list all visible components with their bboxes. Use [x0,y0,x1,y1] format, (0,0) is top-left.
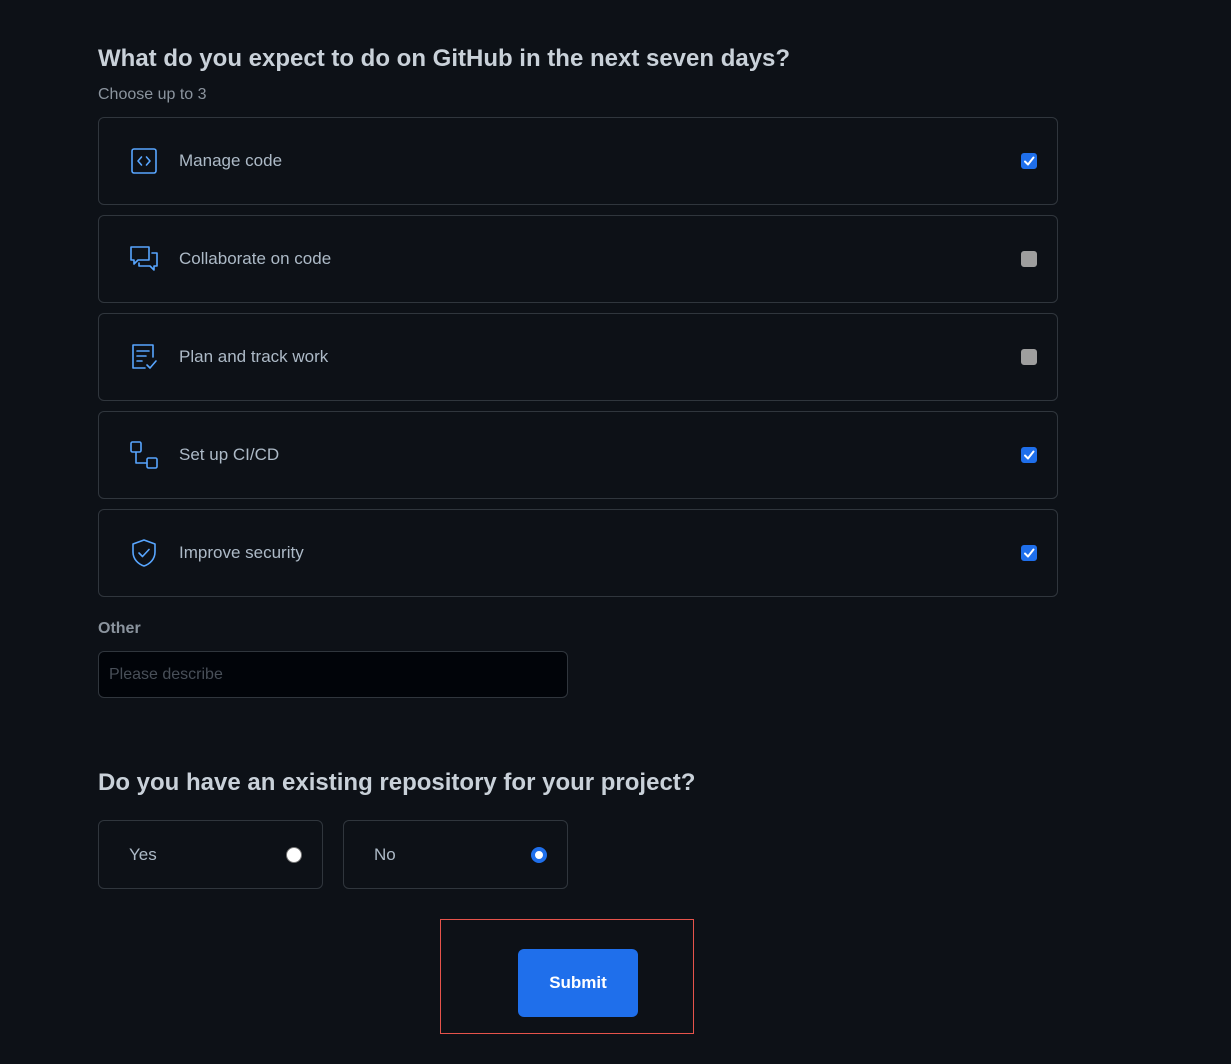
set-up-ci-cd-checkbox[interactable] [1021,447,1037,463]
workflow-icon [129,440,159,470]
repository-question-title: Do you have an existing repository for y… [98,769,696,796]
radio-option-yes[interactable]: Yes [98,820,323,889]
comment-discussion-icon [129,244,159,274]
radio-option-no[interactable]: No [343,820,568,889]
option-label: Plan and track work [179,347,329,366]
manage-code-checkbox[interactable] [1021,153,1037,169]
option-plan-and-track-work[interactable]: Plan and track work [98,313,1058,401]
checklist-icon [129,342,159,372]
code-square-icon [129,146,159,176]
no-radio-button[interactable] [531,847,547,863]
option-label: Collaborate on code [179,249,332,268]
question-subtitle: Choose up to 3 [98,86,207,103]
collaborate-on-code-checkbox[interactable] [1021,251,1037,267]
plan-and-track-work-checkbox[interactable] [1021,349,1037,365]
other-label: Other [98,620,141,637]
radio-label: Yes [129,845,157,864]
option-collaborate-on-code[interactable]: Collaborate on code [98,215,1058,303]
survey-page: What do you expect to do on GitHub in th… [0,0,1231,1064]
option-set-up-ci-cd[interactable]: Set up CI/CD [98,411,1058,499]
yes-radio-button[interactable] [286,847,302,863]
option-manage-code[interactable]: Manage code [98,117,1058,205]
option-improve-security[interactable]: Improve security [98,509,1058,597]
option-label: Set up CI/CD [179,445,280,464]
other-description-input[interactable] [98,651,568,698]
options-list: Manage code Collaborate on code Plan and… [98,117,1058,607]
option-label: Manage code [179,151,283,170]
question-title: What do you expect to do on GitHub in th… [98,45,791,72]
shield-check-icon [129,538,159,568]
improve-security-checkbox[interactable] [1021,545,1037,561]
radio-label: No [374,845,396,864]
option-label: Improve security [179,543,304,562]
submit-button[interactable]: Submit [518,949,638,1017]
